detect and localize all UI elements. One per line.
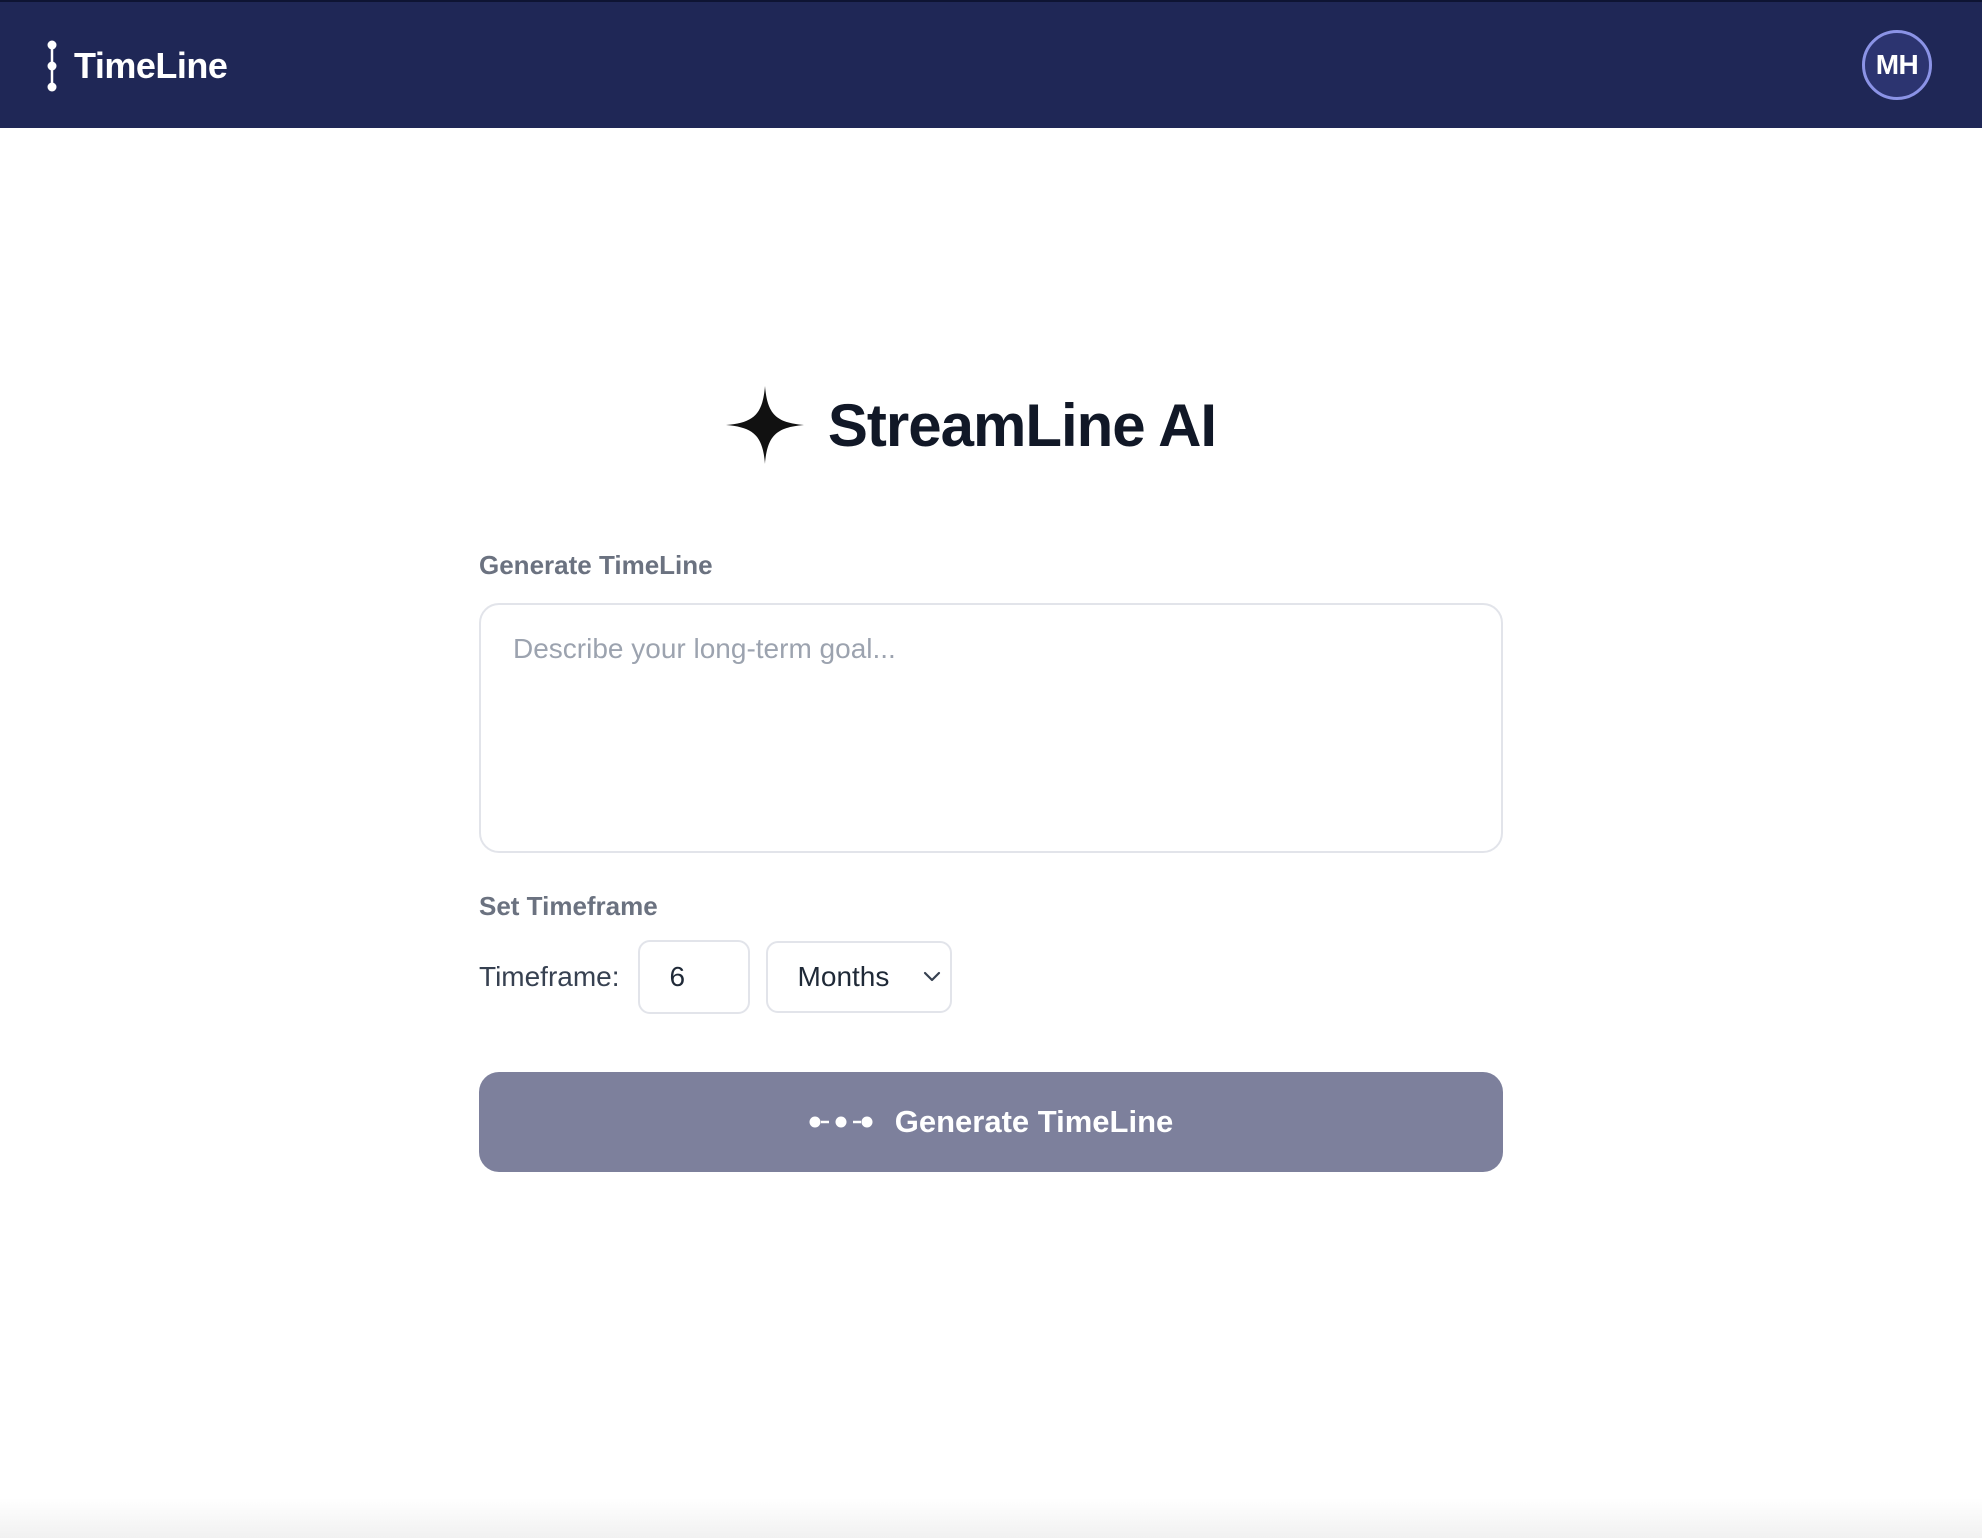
timeframe-unit-value: Months <box>797 961 890 992</box>
bottom-edge-shadow <box>0 1498 1982 1538</box>
timeframe-label: Timeframe: <box>479 961 620 992</box>
user-avatar[interactable]: MH <box>1862 30 1932 100</box>
timeframe-row: Timeframe: Months <box>479 940 1503 1014</box>
page-title: StreamLine AI <box>827 391 1217 459</box>
timeline-dots-icon <box>809 1116 873 1128</box>
goal-section-label: Generate TimeLine <box>479 550 713 580</box>
sparkle-icon <box>725 386 804 464</box>
brand-logo[interactable]: TimeLine <box>44 40 228 92</box>
generate-timeline-button[interactable]: Generate TimeLine <box>479 1072 1503 1172</box>
timeline-form: Generate TimeLine Set Timeframe Timefram… <box>479 550 1503 1172</box>
chevron-down-icon <box>923 971 940 982</box>
app-name: TimeLine <box>74 45 228 86</box>
top-navbar: TimeLine MH <box>0 0 1982 128</box>
timeframe-number-input[interactable] <box>637 940 750 1014</box>
goal-textarea[interactable] <box>479 603 1503 853</box>
timeline-vertical-dots-icon <box>47 40 57 92</box>
timeframe-section-label: Set Timeframe <box>479 891 658 921</box>
hero-heading: StreamLine AI <box>0 386 1982 464</box>
timeframe-unit-select[interactable]: Months <box>765 941 952 1013</box>
generate-button-label: Generate TimeLine <box>894 1104 1174 1139</box>
